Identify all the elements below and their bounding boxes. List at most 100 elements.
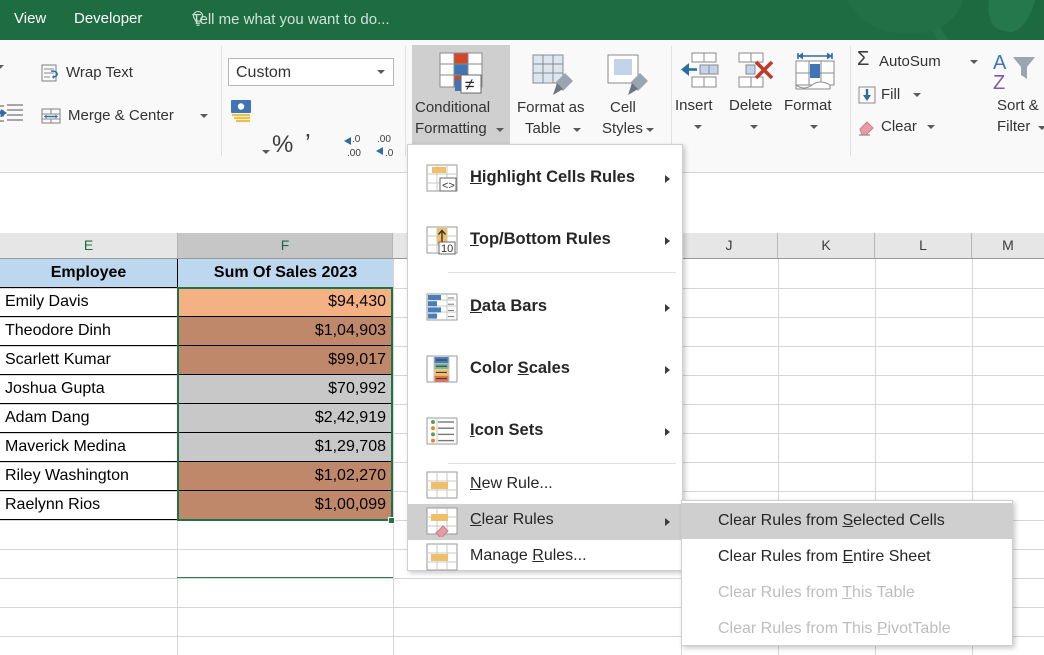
menu-item-clear-rules[interactable]: Clear Rules <box>408 504 682 540</box>
decrease-decimal-icon[interactable]: .00 .0 <box>372 130 402 162</box>
menu-item-highlight-cells-rules[interactable]: <> Highlight Cells Rules <box>408 148 682 210</box>
number-format-select[interactable]: Custom <box>228 58 394 86</box>
cell-sales[interactable]: $1,04,903 <box>178 317 393 346</box>
submenu-item-clear-rules-from-selected-cells[interactable]: Clear Rules from Selected Cells <box>682 503 1012 539</box>
comma-style-button[interactable]: ’ <box>305 130 311 156</box>
cell-employee[interactable]: Adam Dang <box>0 404 178 433</box>
autosum-label: AutoSum <box>879 53 941 70</box>
submenu-arrow-icon <box>665 304 670 312</box>
autosum-button[interactable]: Σ AutoSum <box>857 48 987 76</box>
sigma-icon: Σ <box>857 48 870 70</box>
menu-item-color-scales[interactable]: Color Scales <box>408 339 682 401</box>
chevron-down-icon[interactable] <box>1038 126 1044 130</box>
eraser-icon <box>859 121 874 136</box>
number-format-value: Custom <box>236 64 292 81</box>
chevron-down-icon[interactable] <box>200 114 208 118</box>
chevron-down-icon[interactable] <box>913 93 921 97</box>
chevron-down-icon[interactable] <box>377 70 385 74</box>
menu-item-data-bars[interactable]: Data Bars <box>408 277 682 339</box>
wrap-text-button[interactable]: Wrap Text <box>40 60 170 86</box>
accounting-format-icon[interactable] <box>228 97 258 123</box>
cell-styles-icon <box>607 54 648 95</box>
format-cells-button[interactable]: Format <box>784 45 844 155</box>
svg-text:≠: ≠ <box>465 75 474 94</box>
submenu-arrow-icon <box>665 237 670 245</box>
clear-label: Clear <box>881 118 917 135</box>
cell-employee[interactable]: Scarlett Kumar <box>0 346 178 375</box>
fill-label: Fill <box>881 86 901 103</box>
cell-employee[interactable]: Maverick Medina <box>0 433 178 462</box>
column-header-J[interactable]: J <box>681 233 778 258</box>
cell-sales[interactable]: $2,42,919 <box>178 404 393 433</box>
cell-sales[interactable]: $70,992 <box>178 375 393 404</box>
format-cells-icon <box>795 52 835 90</box>
column-header-E[interactable]: E <box>0 233 178 258</box>
merge-center-button[interactable]: Merge & Center <box>40 103 215 129</box>
cell-employee[interactable]: Joshua Gupta <box>0 375 178 404</box>
menu-separator <box>448 272 676 273</box>
sort-filter-icon: A Z <box>993 52 1035 94</box>
tell-me-search[interactable]: Tell me what you want to do... <box>192 9 390 31</box>
cell-sales[interactable]: $1,29,708 <box>178 433 393 462</box>
cell-employee[interactable]: Theodore Dinh <box>0 317 178 346</box>
conditional-formatting-button[interactable]: ≠ Conditional Formatting <box>412 45 510 150</box>
chevron-down-icon[interactable] <box>970 60 978 64</box>
chevron-down-icon[interactable] <box>810 125 818 129</box>
cell-sales[interactable]: $1,02,270 <box>178 462 393 491</box>
merge-center-label: Merge & Center <box>68 107 174 124</box>
menu-item-label: Icon Sets <box>470 421 544 439</box>
top-bottom-rules-icon: 10 <box>426 226 458 255</box>
highlight-cells-icon: <> <box>426 164 458 192</box>
chevron-down-icon[interactable] <box>496 128 504 132</box>
submenu-arrow-icon <box>665 518 670 526</box>
group-separator <box>221 46 222 156</box>
cell-employee[interactable]: Riley Washington <box>0 462 178 491</box>
insert-cells-button[interactable]: Insert <box>672 45 728 155</box>
menu-item-label: Highlight Cells Rules <box>470 168 636 186</box>
svg-text:.0: .0 <box>352 134 361 145</box>
insert-cells-icon <box>681 52 719 88</box>
submenu-arrow-icon <box>665 175 670 183</box>
increase-decimal-icon[interactable]: .0 .00 <box>340 130 370 162</box>
svg-text:Z: Z <box>993 72 1005 94</box>
percent-style-button[interactable]: % <box>272 133 293 157</box>
submenu-arrow-icon <box>665 428 670 436</box>
tab-view[interactable]: View <box>14 8 46 30</box>
menu-item-top-bottom-rules[interactable]: 10 Top/Bottom Rules <box>408 210 682 272</box>
chevron-down-icon[interactable] <box>646 128 654 132</box>
column-header-K[interactable]: K <box>778 233 875 258</box>
menu-item-label: Data Bars <box>470 297 548 315</box>
chevron-down-icon[interactable] <box>750 125 758 129</box>
insert-label: Insert <box>675 97 713 114</box>
chevron-down-icon[interactable] <box>694 125 702 129</box>
chevron-down-icon[interactable] <box>573 128 581 132</box>
format-as-table-icon <box>532 54 573 95</box>
delete-cells-button[interactable]: Delete <box>728 45 784 155</box>
clear-button[interactable]: Clear <box>857 115 957 141</box>
cell-sales[interactable]: $1,00,099 <box>178 491 393 520</box>
menu-item-label: Top/Bottom Rules <box>470 230 611 248</box>
column-header-L[interactable]: L <box>875 233 972 258</box>
cell-employee[interactable]: Raelynn Rios <box>0 491 178 520</box>
cell-styles-button[interactable]: Cell Styles <box>598 45 664 150</box>
column-header-F[interactable]: F <box>178 233 393 258</box>
accounting-dropdown-icon[interactable] <box>262 150 270 154</box>
cell-sales[interactable]: $99,017 <box>178 346 393 375</box>
cell-employee[interactable]: Emily Davis <box>0 288 178 317</box>
clear-rules-icon <box>426 507 458 537</box>
sort-filter-button[interactable]: A Z Sort & Filter <box>992 45 1044 155</box>
tab-developer[interactable]: Developer <box>74 8 142 30</box>
menu-item-icon-sets[interactable]: Icon Sets <box>408 401 682 463</box>
column-header-M[interactable]: M <box>972 233 1044 258</box>
alignment-dropdown-partial[interactable] <box>0 58 4 76</box>
increase-indent-icon[interactable] <box>0 100 28 126</box>
format-as-table-button[interactable]: Format as Table <box>515 45 593 150</box>
menu-item-manage-rules[interactable]: Manage Rules... <box>408 540 682 576</box>
submenu-item-clear-rules-from-entire-sheet[interactable]: Clear Rules from Entire Sheet <box>682 539 1012 575</box>
icon-sets-icon <box>426 417 458 445</box>
fill-button[interactable]: Fill <box>857 83 947 109</box>
table-header-employee: Employee <box>0 259 178 288</box>
cell-sales[interactable]: $94,430 <box>178 288 393 317</box>
chevron-down-icon[interactable] <box>927 125 935 129</box>
menu-item-new-rule[interactable]: New Rule... <box>408 468 682 504</box>
